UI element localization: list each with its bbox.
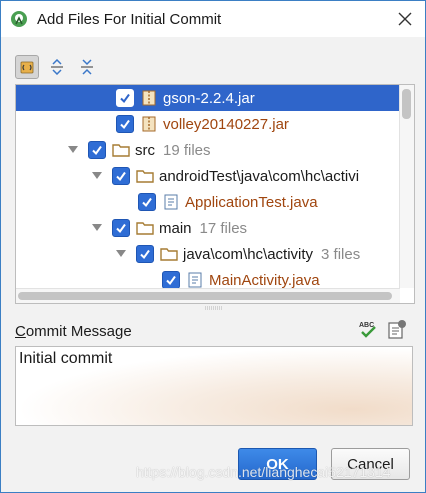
- group-by-directory-button[interactable]: [15, 55, 39, 79]
- row-label: gson-2.2.4.jar: [163, 89, 255, 107]
- check-icon: [166, 275, 176, 286]
- expand-all-button[interactable]: [45, 55, 69, 79]
- row-label: src: [135, 141, 155, 159]
- tree-row[interactable]: androidTest\java\com\hc\activi: [16, 163, 414, 189]
- chevron-down-icon: [116, 250, 126, 257]
- title-bar[interactable]: Add Files For Initial Commit: [1, 1, 425, 37]
- tree-row[interactable]: main 17 files: [16, 215, 414, 241]
- row-label: ApplicationTest.java: [185, 193, 318, 211]
- close-button[interactable]: [393, 7, 417, 31]
- folder-icon: [136, 167, 154, 185]
- horizontal-scroll-thumb[interactable]: [18, 292, 392, 300]
- check-icon: [142, 197, 152, 208]
- row-checkbox[interactable]: [138, 193, 156, 211]
- commit-message-input[interactable]: Initial commit: [15, 346, 413, 426]
- check-icon: [116, 171, 126, 182]
- tree-row[interactable]: gson-2.2.4.jar: [16, 85, 414, 111]
- collapse-all-icon: [81, 59, 93, 75]
- row-checkbox[interactable]: [162, 271, 180, 289]
- row-label: androidTest\java\com\hc\activi: [159, 167, 360, 185]
- horizontal-scrollbar[interactable]: [16, 288, 400, 303]
- row-checkbox[interactable]: [116, 89, 134, 107]
- svg-text:ABC: ABC: [359, 322, 374, 329]
- expand-toggle[interactable]: [90, 169, 104, 183]
- row-label: java\com\hc\activity: [183, 245, 314, 263]
- row-checkbox[interactable]: [112, 219, 130, 237]
- java-file-icon: [162, 193, 180, 211]
- splitter-handle[interactable]: [204, 306, 224, 310]
- watermark-text: https://blog.csdn.net/lianghecai52171314: [136, 464, 391, 480]
- row-checkbox[interactable]: [112, 167, 130, 185]
- row-checkbox[interactable]: [88, 141, 106, 159]
- expand-toggle[interactable]: [90, 221, 104, 235]
- tree-toolbar: [15, 55, 99, 79]
- commit-history-icon[interactable]: [386, 319, 408, 341]
- group-by-directory-icon: [20, 61, 34, 74]
- java-file-icon: [186, 271, 204, 289]
- row-label: MainActivity.java: [209, 271, 320, 289]
- expand-toggle[interactable]: [114, 247, 128, 261]
- folder-icon: [112, 141, 130, 159]
- collapse-all-button[interactable]: [75, 55, 99, 79]
- file-count: 19 files: [163, 141, 211, 159]
- jar-icon: [140, 89, 158, 107]
- close-icon: [398, 12, 412, 26]
- vertical-scroll-thumb[interactable]: [402, 89, 411, 119]
- commit-message-label: Commit Message: [15, 323, 132, 340]
- jar-icon: [140, 115, 158, 133]
- check-icon: [92, 145, 102, 156]
- check-icon: [120, 119, 130, 130]
- chevron-down-icon: [92, 224, 102, 231]
- mnemonic-letter: C: [15, 323, 26, 340]
- tree-row[interactable]: java\com\hc\activity 3 files: [16, 241, 414, 267]
- row-label: main: [159, 219, 192, 237]
- android-studio-icon: [11, 11, 27, 27]
- folder-icon: [136, 219, 154, 237]
- check-icon: [116, 223, 126, 234]
- spellcheck-icon[interactable]: ABC: [357, 319, 379, 339]
- chevron-down-icon: [92, 172, 102, 179]
- expand-toggle[interactable]: [66, 143, 80, 157]
- tree-row[interactable]: ApplicationTest.java: [16, 189, 414, 215]
- row-checkbox[interactable]: [116, 115, 134, 133]
- row-label: volley20140227.jar: [163, 115, 289, 133]
- vertical-scrollbar[interactable]: [399, 85, 414, 288]
- file-count: 3 files: [321, 245, 361, 263]
- row-checkbox[interactable]: [136, 245, 154, 263]
- chevron-down-icon: [68, 146, 78, 153]
- window-title: Add Files For Initial Commit: [37, 10, 222, 28]
- file-count: 17 files: [199, 219, 248, 237]
- expand-all-icon: [51, 59, 63, 75]
- check-icon: [120, 93, 130, 104]
- changes-tree[interactable]: gson-2.2.4.jar volley20140227.jar src 19…: [15, 84, 415, 304]
- tree-row[interactable]: volley20140227.jar: [16, 111, 414, 137]
- add-files-dialog: Add Files For Initial Commit gson-2.2.4.…: [0, 0, 426, 493]
- check-icon: [140, 249, 150, 260]
- commit-message-label-text: ommit Message: [25, 323, 132, 340]
- tree-row[interactable]: src 19 files: [16, 137, 414, 163]
- folder-icon: [160, 245, 178, 263]
